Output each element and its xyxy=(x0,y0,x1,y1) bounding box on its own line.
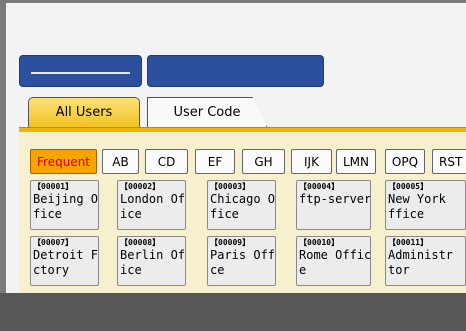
user-entry[interactable]: 【00007】 Detroit Fa ctory xyxy=(30,236,99,286)
user-code: 【00005】 xyxy=(388,182,429,191)
user-code: 【00007】 xyxy=(33,238,74,247)
filter-rst[interactable]: RST xyxy=(432,149,466,174)
user-entry[interactable]: 【00010】 Rome Offic e xyxy=(296,236,371,286)
user-code: 【00002】 xyxy=(120,182,161,191)
user-code: 【00001】 xyxy=(33,182,74,191)
user-entry[interactable]: 【00004】 ftp-server xyxy=(296,180,371,230)
user-name: Detroit Fa ctory xyxy=(33,248,99,277)
user-code: 【00003】 xyxy=(210,182,251,191)
user-entry[interactable]: 【00009】 Paris Offi ce xyxy=(207,236,276,286)
filter-opq[interactable]: OPQ xyxy=(385,149,425,174)
user-name: Rome Offic e xyxy=(299,248,371,277)
user-name: London Off ice xyxy=(120,192,186,221)
user-entry[interactable]: 【00011】 Administr tor xyxy=(385,236,466,286)
user-code: 【00008】 xyxy=(120,238,161,247)
user-name: New York ffice xyxy=(388,192,446,221)
filter-gh[interactable]: GH xyxy=(242,149,285,174)
info-display-bar xyxy=(147,55,324,87)
user-name: Beijing Of fice xyxy=(33,192,99,221)
tab-user-code[interactable]: User Code xyxy=(147,97,267,127)
filter-ef[interactable]: EF xyxy=(195,149,235,174)
filter-frequent[interactable]: Frequent xyxy=(30,149,97,174)
user-code: 【00011】 xyxy=(388,238,429,247)
user-code: 【00010】 xyxy=(299,238,340,247)
user-name: Chicago Of fice xyxy=(210,192,276,221)
user-code: 【00009】 xyxy=(210,238,251,247)
user-entry[interactable]: 【00001】 Beijing Of fice xyxy=(30,180,99,230)
footer-bar xyxy=(0,293,466,331)
tab-all-users[interactable]: All Users xyxy=(28,97,140,127)
user-code: 【00004】 xyxy=(299,182,340,191)
filter-ab[interactable]: AB xyxy=(102,149,139,174)
user-entry[interactable]: 【00002】 London Off ice xyxy=(117,180,186,230)
filter-ijk[interactable]: IJK xyxy=(291,149,332,174)
user-entry[interactable]: 【00003】 Chicago Of fice xyxy=(207,180,276,230)
user-entry[interactable]: 【00005】 New York ffice xyxy=(385,180,466,230)
user-name: ftp-server xyxy=(299,192,371,206)
filter-lmn[interactable]: LMN xyxy=(336,149,376,174)
empty-destination-indicator xyxy=(31,72,130,74)
destination-display-bar xyxy=(19,55,142,87)
filter-cd[interactable]: CD xyxy=(145,149,188,174)
user-name: Administr tor xyxy=(388,248,454,277)
user-entry[interactable]: 【00008】 Berlin Off ice xyxy=(117,236,186,286)
user-name: Paris Offi ce xyxy=(210,248,276,277)
user-name: Berlin Off ice xyxy=(120,248,186,277)
